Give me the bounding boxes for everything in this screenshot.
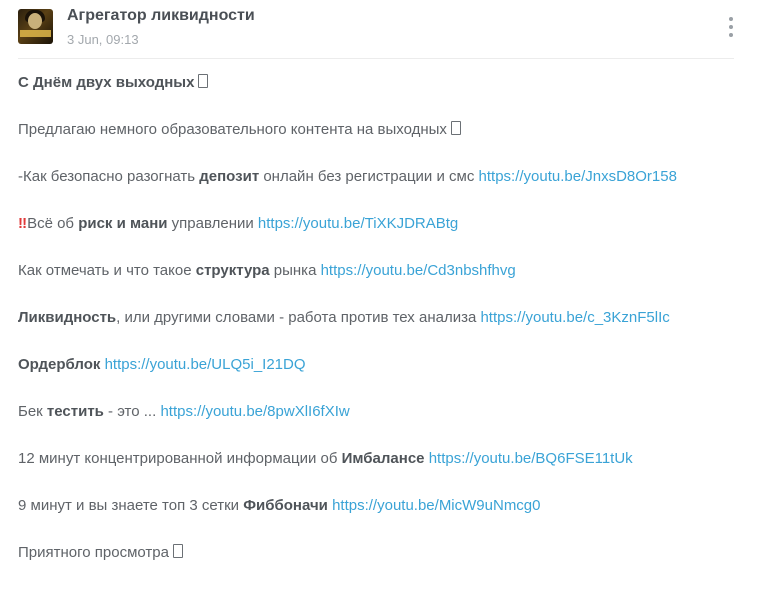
post-line-imbalance: 12 минут концентрированной информации об… <box>18 448 748 495</box>
post-line-liquidity: Ликвидность, или другими словами - работ… <box>18 307 748 354</box>
double-exclamation-icon: ‼ <box>18 215 28 232</box>
emoji-placeholder-icon <box>172 544 183 558</box>
post-line-greeting: С Днём двух выходных <box>18 72 748 119</box>
more-vertical-icon <box>729 17 733 21</box>
line-text: 12 минут концентрированной информации об <box>18 450 342 467</box>
post-line-closing: Приятного просмотра <box>18 542 748 589</box>
more-options-button[interactable] <box>722 14 740 40</box>
post-line-fibonacci: 9 минут и вы знаете топ 3 сетки Фиббонач… <box>18 495 748 542</box>
youtube-link[interactable]: https://youtu.be/8pwXlI6fXIw <box>160 403 349 420</box>
channel-avatar[interactable] <box>18 9 53 44</box>
post-line-orderblock: Ордерблок https://youtu.be/ULQ5i_I21DQ <box>18 354 748 401</box>
line-bold-text: Ликвидность <box>18 309 117 326</box>
youtube-link[interactable]: https://youtu.be/JnxsD8Or158 <box>479 168 677 185</box>
post-line-structure: Как отмечать и что такое структура рынка… <box>18 260 748 307</box>
youtube-link[interactable]: https://youtu.be/BQ6FSE11tUk <box>429 450 633 467</box>
channel-name[interactable]: Агрегатор ликвидности <box>67 7 255 25</box>
line-text: , или другими словами - работа против те… <box>116 309 481 326</box>
header-divider <box>18 58 734 59</box>
more-vertical-icon-dot-2 <box>729 25 733 29</box>
line-bold-text: Ордерблок <box>18 356 101 373</box>
greeting-text: С Днём двух выходных <box>18 74 195 91</box>
line-text: рынка <box>269 262 321 279</box>
post-header: Агрегатор ликвидности 3 Jun, 09:13 <box>0 0 758 58</box>
line-bold-text: Фиббоначи <box>243 497 328 514</box>
line-text: - это ... <box>103 403 161 420</box>
line-text: онлайн без регистрации и смс <box>259 168 479 185</box>
youtube-link[interactable]: https://youtu.be/c_3KznF5lIc <box>480 309 669 326</box>
line-bold-text: тестить <box>46 403 104 420</box>
youtube-link[interactable]: https://youtu.be/MicW9uNmcg0 <box>332 497 540 514</box>
post-line-intro: Предлагаю немного образовательного конте… <box>18 119 748 166</box>
line-text: Как отмечать и что такое <box>18 262 196 279</box>
post-body: С Днём двух выходных Предлагаю немного о… <box>18 72 748 589</box>
emoji-placeholder-icon <box>198 74 209 88</box>
avatar-face <box>28 13 42 29</box>
line-text: Всё об <box>27 215 79 232</box>
line-text: Бек <box>18 403 47 420</box>
post-timestamp: 3 Jun, 09:13 <box>67 32 139 47</box>
youtube-link[interactable]: https://youtu.be/Cd3nbshfhvg <box>321 262 516 279</box>
line-bold-text: структура <box>195 262 270 279</box>
post-line-risk: ‼Всё об риск и мани управлении https://y… <box>18 213 748 260</box>
post-line-deposit: -Как безопасно разогнать депозит онлайн … <box>18 166 748 213</box>
youtube-link[interactable]: https://youtu.be/ULQ5i_I21DQ <box>105 356 306 373</box>
youtube-link[interactable]: https://youtu.be/TiXKJDRABtg <box>258 215 458 232</box>
avatar-band <box>20 30 51 37</box>
closing-text: Приятного просмотра <box>18 544 169 561</box>
emoji-placeholder-icon <box>450 121 461 135</box>
post-line-backtest: Бек тестить - это ... https://youtu.be/8… <box>18 401 748 448</box>
line-text: управлении <box>167 215 258 232</box>
intro-text: Предлагаю немного образовательного конте… <box>18 121 447 138</box>
line-bold-text: депозит <box>199 168 260 185</box>
line-bold-text: Имбалансе <box>341 450 425 467</box>
line-text: -Как безопасно разогнать <box>18 168 200 185</box>
line-text: 9 минут и вы знаете топ 3 сетки <box>18 497 244 514</box>
more-vertical-icon-dot-3 <box>729 33 733 37</box>
line-bold-text: риск и мани <box>78 215 168 232</box>
